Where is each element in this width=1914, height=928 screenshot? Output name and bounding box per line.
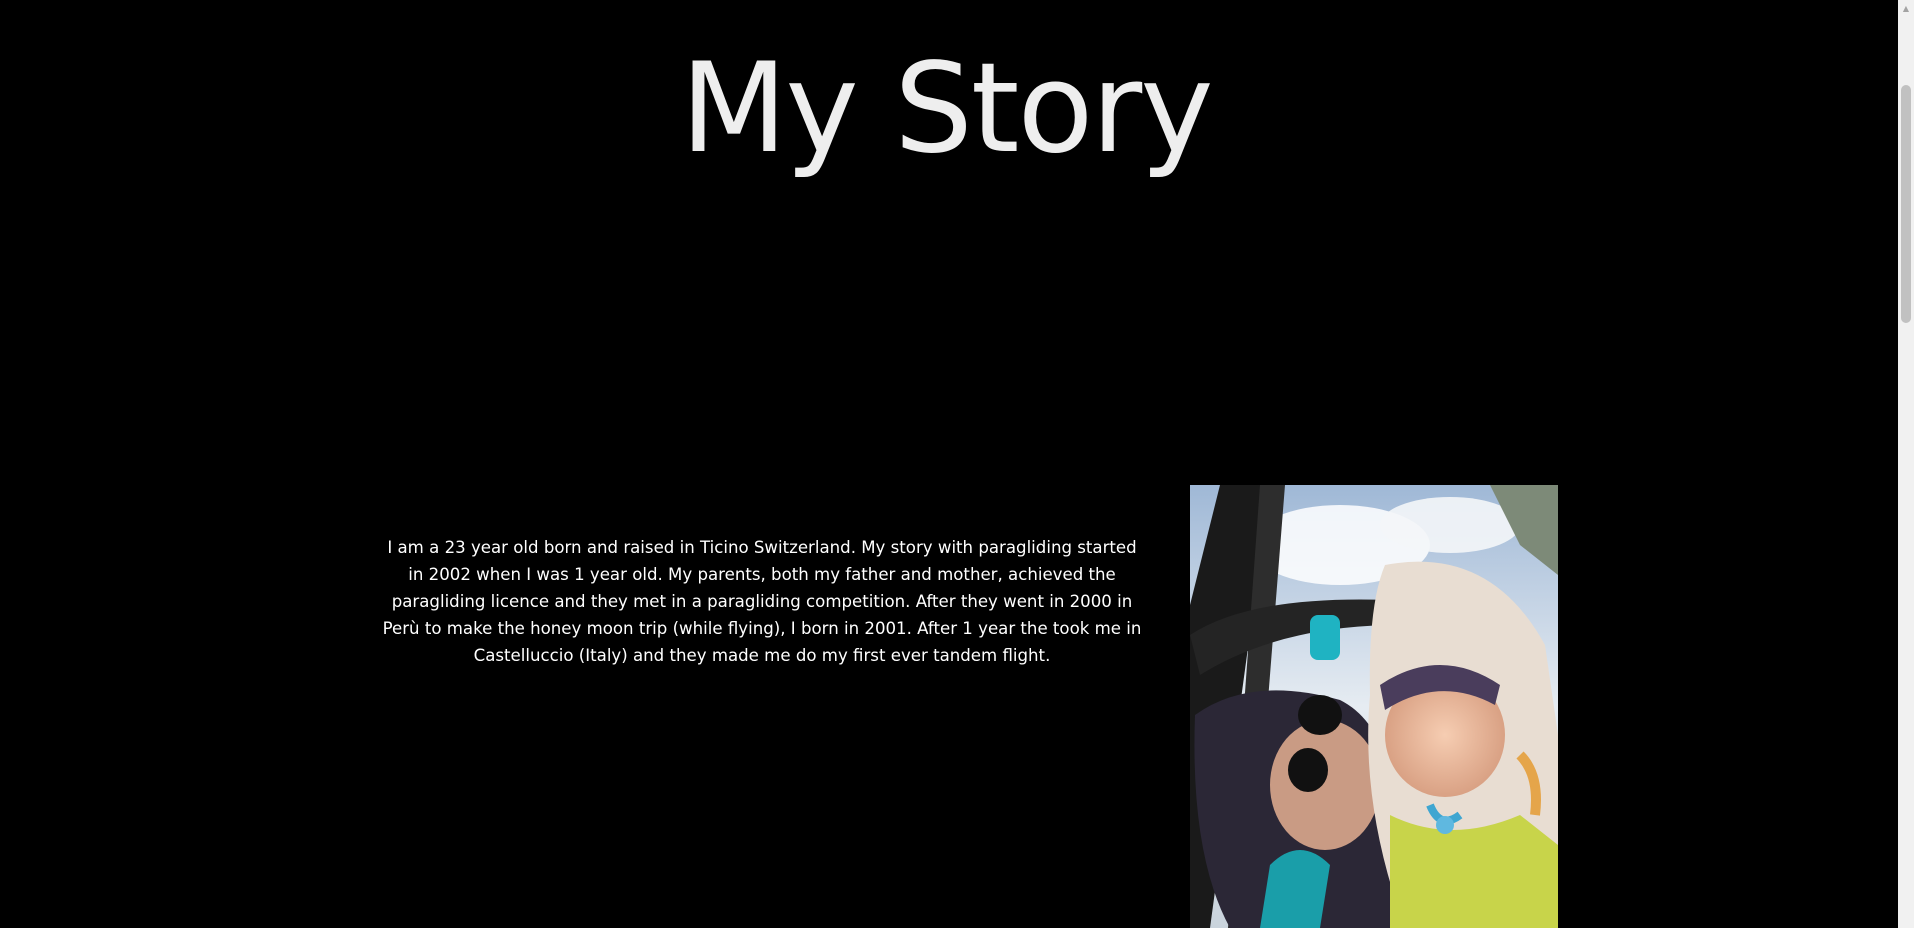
page-title: My Story [680, 37, 1213, 181]
paragliding-tandem-photo [1190, 485, 1558, 928]
page-body: My Story I am a 23 year old born and rai… [0, 0, 1898, 928]
chevron-up-icon[interactable]: ▲ [1898, 0, 1914, 16]
scrollbar-thumb[interactable] [1901, 85, 1911, 323]
vertical-scrollbar[interactable]: ▲ [1898, 0, 1914, 928]
photo-image [1190, 485, 1558, 928]
story-paragraph: I am a 23 year old born and raised in Ti… [382, 538, 1142, 665]
